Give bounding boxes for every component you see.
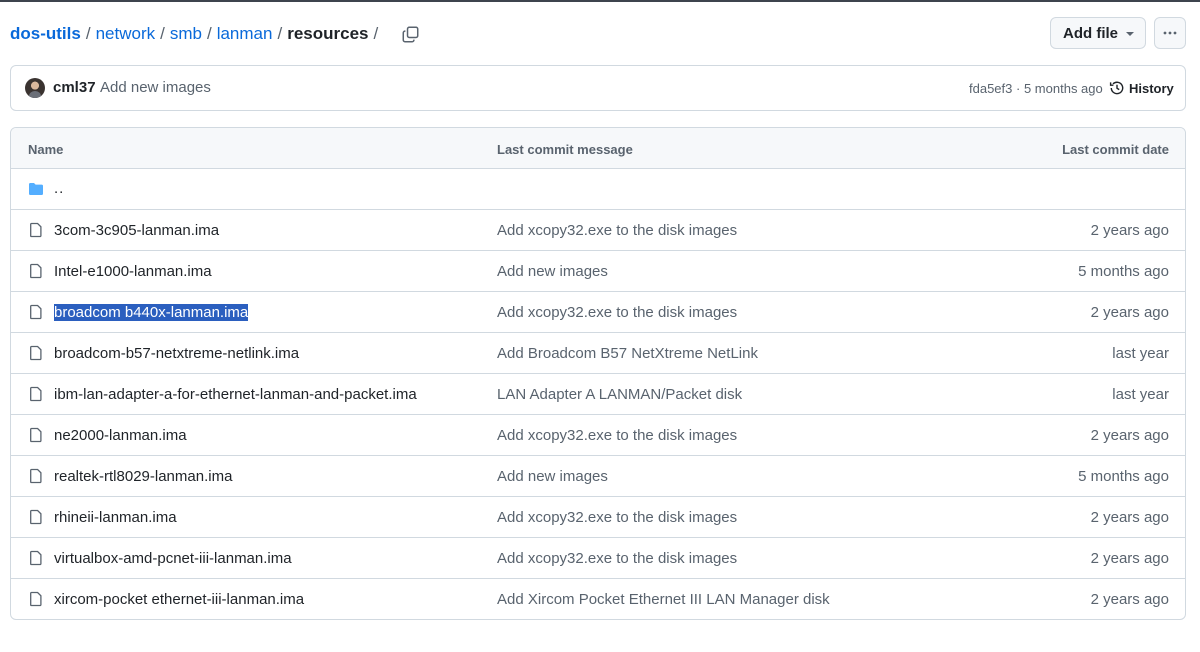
parent-directory-link[interactable]: ..: [54, 180, 64, 197]
file-commit-date: last year: [1112, 345, 1169, 362]
table-row[interactable]: rhineii-lanman.ima Add xcopy32.exe to the…: [11, 497, 1185, 538]
kebab-horizontal-icon: [1163, 31, 1177, 35]
table-row[interactable]: broadcom b440x-lanman.ima Add xcopy32.exe…: [11, 292, 1185, 333]
file-commit-message-link[interactable]: Add xcopy32.exe to the disk images: [497, 222, 737, 239]
avatar[interactable]: [25, 78, 45, 98]
file-commit-date: 5 months ago: [1078, 263, 1169, 280]
chevron-down-icon: [1126, 32, 1134, 36]
folder-icon: [29, 183, 43, 195]
file-commit-date: 2 years ago: [1090, 509, 1169, 526]
table-row[interactable]: Intel-e1000-lanman.ima Add new images 5 mo…: [11, 251, 1185, 292]
file-table: Name Last commit message Last commit dat…: [10, 127, 1186, 620]
copy-icon: [402, 26, 419, 42]
table-row[interactable]: ibm-lan-adapter-a-for-ethernet-lanman-an…: [11, 374, 1185, 415]
commit-meta: fda5ef3 · 5 months ago: [969, 81, 1103, 96]
column-header-name: Name: [28, 142, 64, 157]
column-header-message: Last commit message: [497, 142, 633, 157]
commit-author-link[interactable]: cml37: [53, 79, 96, 96]
breadcrumb-link-lanman[interactable]: lanman: [217, 24, 273, 44]
breadcrumb-separator: /: [206, 24, 212, 43]
breadcrumb-separator: /: [277, 24, 283, 43]
add-file-button[interactable]: Add file: [1050, 17, 1146, 49]
breadcrumb: dos-utils / network / smb / lanman / res…: [10, 22, 423, 46]
table-row[interactable]: ne2000-lanman.ima Add xcopy32.exe to the …: [11, 415, 1185, 456]
table-row[interactable]: xircom-pocket ethernet-iii-lanman.ima Add…: [11, 579, 1185, 619]
file-name-link[interactable]: ne2000-lanman.ima: [54, 427, 187, 444]
file-commit-message-link[interactable]: LAN Adapter A LANMAN/Packet disk: [497, 386, 742, 403]
file-commit-message-link[interactable]: Add xcopy32.exe to the disk images: [497, 427, 737, 444]
file-commit-message-link[interactable]: Add new images: [497, 468, 608, 485]
file-commit-date: 5 months ago: [1078, 468, 1169, 485]
file-name-link[interactable]: virtualbox-amd-pcnet-iii-lanman.ima: [54, 550, 292, 567]
breadcrumb-repo-link[interactable]: dos-utils: [10, 24, 81, 44]
file-icon: [30, 468, 42, 484]
file-name-link[interactable]: Intel-e1000-lanman.ima: [54, 263, 212, 280]
add-file-label: Add file: [1063, 24, 1118, 42]
file-commit-message-link[interactable]: Add Broadcom B57 NetXtreme NetLink: [497, 345, 758, 362]
file-commit-date: last year: [1112, 386, 1169, 403]
breadcrumb-link-network[interactable]: network: [96, 24, 156, 44]
history-label: History: [1129, 80, 1174, 96]
breadcrumb-separator: /: [85, 24, 91, 43]
file-name-link[interactable]: xircom-pocket ethernet-iii-lanman.ima: [54, 591, 304, 608]
table-row[interactable]: realtek-rtl8029-lanman.ima Add new images…: [11, 456, 1185, 497]
parent-directory-row[interactable]: ..: [11, 169, 1185, 210]
breadcrumb-link-smb[interactable]: smb: [170, 24, 202, 44]
file-commit-message-link[interactable]: Add xcopy32.exe to the disk images: [497, 509, 737, 526]
file-icon: [30, 386, 42, 402]
file-name-link[interactable]: rhineii-lanman.ima: [54, 509, 177, 526]
latest-commit-bar: cml37 Add new images fda5ef3 · 5 months …: [10, 65, 1186, 111]
breadcrumb-trailing-separator: /: [373, 24, 379, 43]
commit-time: 5 months ago: [1023, 81, 1103, 96]
file-commit-message-link[interactable]: Add xcopy32.exe to the disk images: [497, 304, 737, 321]
file-icon: [30, 509, 42, 525]
file-commit-date: 2 years ago: [1090, 591, 1169, 608]
top-border: [0, 0, 1200, 2]
file-commit-date: 2 years ago: [1090, 222, 1169, 239]
meta-separator: ·: [1016, 81, 1021, 96]
file-icon: [30, 550, 42, 566]
file-name-link[interactable]: broadcom-b57-netxtreme-netlink.ima: [54, 345, 299, 362]
file-icon: [30, 304, 42, 320]
copy-path-button[interactable]: [397, 21, 423, 47]
table-header: Name Last commit message Last commit dat…: [11, 128, 1185, 169]
file-name-link[interactable]: realtek-rtl8029-lanman.ima: [54, 468, 232, 485]
table-row[interactable]: broadcom-b57-netxtreme-netlink.ima Add Br…: [11, 333, 1185, 374]
file-icon: [30, 591, 42, 607]
file-commit-date: 2 years ago: [1090, 304, 1169, 321]
history-icon: [1109, 81, 1124, 95]
column-header-date: Last commit date: [1062, 142, 1169, 157]
breadcrumb-current: resources: [287, 24, 369, 43]
file-name-link[interactable]: ibm-lan-adapter-a-for-ethernet-lanman-an…: [54, 386, 417, 403]
file-name-link[interactable]: broadcom b440x-lanman.ima: [54, 304, 249, 321]
file-commit-date: 2 years ago: [1090, 550, 1169, 567]
file-commit-date: 2 years ago: [1090, 427, 1169, 444]
file-name-link[interactable]: 3com-3c905-lanman.ima: [54, 222, 219, 239]
breadcrumb-separator: /: [160, 24, 165, 43]
commit-sha-link[interactable]: fda5ef3: [969, 81, 1012, 96]
table-row[interactable]: 3com-3c905-lanman.ima Add xcopy32.exe to …: [11, 210, 1185, 251]
table-row[interactable]: virtualbox-amd-pcnet-iii-lanman.ima Add x…: [11, 538, 1185, 579]
file-commit-message-link[interactable]: Add Xircom Pocket Ethernet III LAN Manag…: [497, 591, 830, 608]
file-commit-message-link[interactable]: Add new images: [497, 263, 608, 280]
file-icon: [30, 222, 42, 238]
file-icon: [30, 263, 42, 279]
file-icon: [30, 427, 42, 443]
commit-message-link[interactable]: Add new images: [100, 79, 211, 96]
file-commit-message-link[interactable]: Add xcopy32.exe to the disk images: [497, 550, 737, 567]
file-icon: [30, 345, 42, 361]
history-button[interactable]: History: [1109, 78, 1174, 98]
more-options-button[interactable]: [1154, 17, 1186, 49]
